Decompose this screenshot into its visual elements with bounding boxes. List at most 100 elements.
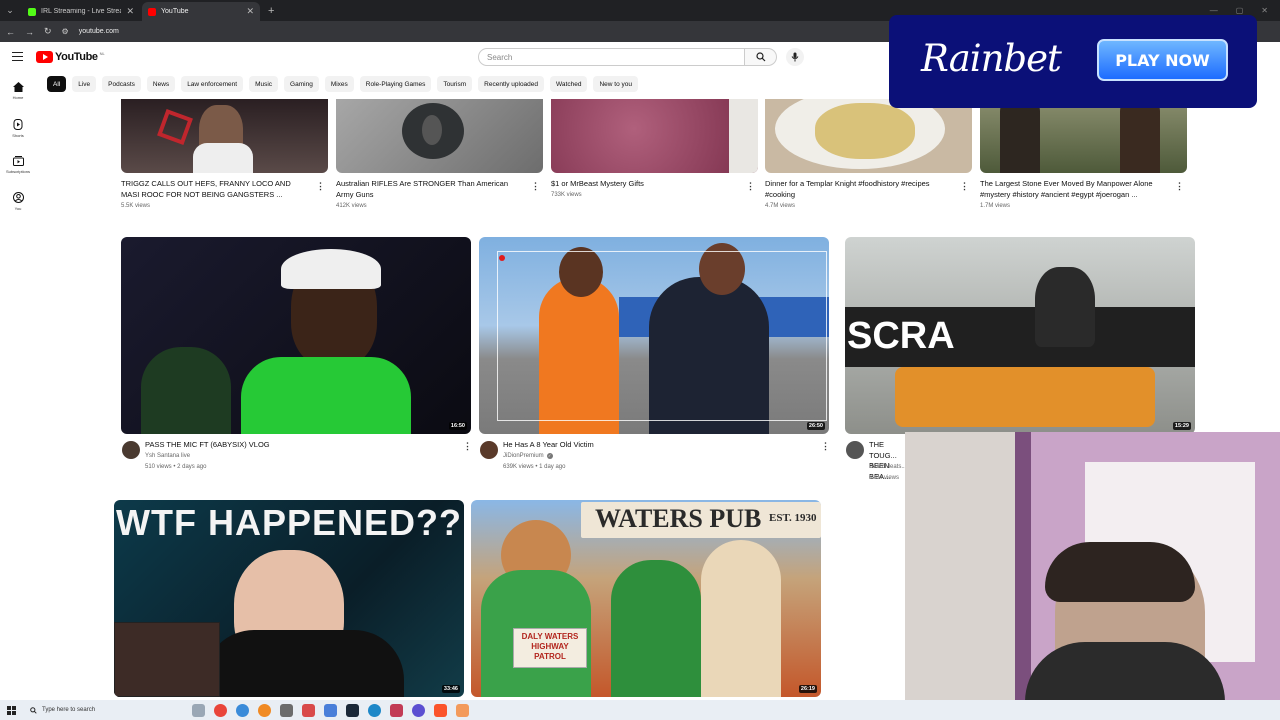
video-thumbnail[interactable] (980, 99, 1187, 173)
channel-avatar[interactable] (480, 441, 498, 459)
chip-mixes[interactable]: Mixes (324, 76, 354, 92)
video-title[interactable]: Australian RIFLES Are STRONGER Than Amer… (336, 179, 526, 200)
reload-icon[interactable]: ↻ (44, 26, 52, 37)
firefox-icon[interactable] (258, 703, 271, 717)
search-input[interactable]: Search (478, 48, 745, 66)
video-card[interactable]: Australian RIFLES Are STRONGER Than Amer… (336, 99, 543, 214)
close-tab-icon[interactable]: ✕ (126, 6, 134, 17)
channel-avatar[interactable] (846, 441, 864, 459)
video-card[interactable]: The Largest Stone Ever Moved By Manpower… (980, 99, 1187, 214)
app-icon[interactable] (280, 703, 293, 717)
windows-icon (6, 705, 16, 715)
rainbet-ad-banner[interactable]: Rainbet PLAY NOW (889, 15, 1257, 108)
video-card[interactable]: WATERS PUB EST. 1930 DALY WATERS HIGHWAY… (471, 500, 821, 697)
channel-name[interactable]: JiDionPremium ✓ (503, 451, 553, 462)
video-thumbnail[interactable]: 26:50 (479, 237, 829, 434)
video-card[interactable]: TRIGGZ CALLS OUT HEFS, FRANNY LOCO AND M… (121, 99, 328, 214)
url-text[interactable]: youtube.com (79, 28, 119, 35)
more-options-icon[interactable]: ⋮ (531, 181, 540, 192)
tab-menu-icon[interactable]: ⌄ (0, 0, 20, 21)
more-options-icon[interactable]: ⋮ (316, 181, 325, 192)
chip-podcasts[interactable]: Podcasts (102, 76, 141, 92)
sidebar-item-shorts[interactable]: Shorts (0, 119, 36, 138)
video-card[interactable]: WTF HAPPENED?? 33:46 (114, 500, 464, 697)
tab-kick[interactable]: IRL Streaming - Live Streams on ✕ (22, 2, 140, 21)
obs-icon[interactable] (412, 703, 425, 717)
chip-law-enforcement[interactable]: Law enforcement (181, 76, 244, 92)
app-icon[interactable] (324, 703, 337, 717)
more-options-icon[interactable]: ⋮ (746, 181, 755, 192)
chip-new-to-you[interactable]: New to you (593, 76, 638, 92)
video-card[interactable]: 16:50 PASS THE MIC FT (6ABYSIX) VLOG Ysh… (121, 237, 472, 477)
video-views: 1.7M views (980, 203, 1011, 209)
app-icon[interactable] (390, 703, 403, 717)
steam-icon[interactable] (346, 703, 359, 717)
chip-tourism[interactable]: Tourism (437, 76, 473, 92)
minimize-icon[interactable]: — (1210, 6, 1218, 15)
task-view-icon[interactable] (192, 703, 205, 717)
chip-music[interactable]: Music (249, 76, 279, 92)
channel-avatar[interactable] (122, 441, 140, 459)
video-card[interactable]: $1 or MrBeast Mystery Gifts 733K views ⋮ (551, 99, 758, 214)
chip-recently-uploaded[interactable]: Recently uploaded (478, 76, 545, 92)
voice-search-button[interactable] (786, 48, 804, 66)
video-thumbnail[interactable] (765, 99, 972, 173)
sidebar-item-you[interactable]: You (0, 192, 36, 211)
video-title[interactable]: $1 or MrBeast Mystery Gifts (551, 179, 741, 190)
sidebar-item-home[interactable]: Home (0, 82, 36, 100)
maximize-icon[interactable]: ▢ (1236, 6, 1244, 15)
start-button[interactable] (0, 700, 22, 720)
video-thumbnail[interactable] (336, 99, 543, 173)
kick-favicon-icon (28, 7, 36, 16)
video-card[interactable]: Dinner for a Templar Knight #foodhistory… (765, 99, 972, 214)
app-icon[interactable] (302, 703, 315, 717)
more-options-icon[interactable]: ⋮ (960, 181, 969, 192)
video-title[interactable]: PASS THE MIC FT (6ABYSIX) VLOG (145, 440, 445, 451)
close-tab-icon[interactable]: ✕ (246, 6, 254, 17)
play-now-button[interactable]: PLAY NOW (1097, 39, 1228, 81)
chrome-icon[interactable] (214, 703, 227, 717)
video-duration: 33:46 (441, 685, 460, 693)
video-thumbnail[interactable]: SCRA 15:29 (845, 237, 1195, 434)
sidebar-item-subscriptions[interactable]: Subscriptions (0, 156, 36, 174)
chip-gaming[interactable]: Gaming (284, 76, 319, 92)
taskbar-search[interactable]: Type here to search (22, 700, 172, 720)
new-tab-icon[interactable]: + (268, 5, 274, 17)
video-thumbnail[interactable] (551, 99, 758, 173)
video-duration: 16:50 (448, 422, 467, 430)
chip-all[interactable]: All (47, 76, 67, 92)
search-button[interactable] (745, 48, 777, 66)
chip-news[interactable]: News (146, 76, 176, 92)
browser-icon[interactable] (236, 703, 249, 717)
video-thumbnail[interactable] (121, 99, 328, 173)
chip-watched[interactable]: Watched (550, 76, 588, 92)
more-options-icon[interactable]: ⋮ (463, 441, 472, 452)
app-icon[interactable] (456, 703, 469, 717)
chip-role-playing-games[interactable]: Role-Playing Games (359, 76, 432, 92)
chip-live[interactable]: Live (72, 76, 97, 92)
video-thumbnail[interactable]: WATERS PUB EST. 1930 DALY WATERS HIGHWAY… (471, 500, 821, 697)
edge-icon[interactable] (368, 703, 381, 717)
video-title[interactable]: He Has A 8 Year Old Victim (503, 440, 803, 451)
youtube-logo[interactable]: YouTube NL (36, 51, 105, 63)
brave-icon[interactable] (434, 703, 447, 717)
video-card[interactable]: 26:50 He Has A 8 Year Old Victim JiDionP… (479, 237, 830, 477)
channel-name[interactable]: Ysh Santana live (145, 451, 190, 462)
close-window-icon[interactable]: ✕ (1261, 6, 1268, 15)
menu-icon[interactable] (12, 52, 23, 63)
channel-name[interactable]: BeardMeats... (869, 462, 906, 473)
search-icon (755, 52, 765, 62)
tab-youtube[interactable]: YouTube ✕ (142, 2, 260, 21)
video-thumbnail[interactable]: WTF HAPPENED?? 33:46 (114, 500, 464, 697)
video-title[interactable]: Dinner for a Templar Knight #foodhistory… (765, 179, 955, 200)
more-options-icon[interactable]: ⋮ (1175, 181, 1184, 192)
youtube-play-icon (36, 51, 53, 63)
more-options-icon[interactable]: ⋮ (821, 441, 830, 452)
site-info-icon[interactable]: ⚙ (62, 27, 69, 36)
thumbnail-text: EST. 1930 (769, 512, 817, 524)
forward-icon[interactable]: → (25, 27, 34, 37)
back-icon[interactable]: ← (6, 27, 15, 37)
video-thumbnail[interactable]: 16:50 (121, 237, 471, 434)
video-title[interactable]: The Largest Stone Ever Moved By Manpower… (980, 179, 1170, 200)
video-title[interactable]: TRIGGZ CALLS OUT HEFS, FRANNY LOCO AND M… (121, 179, 311, 200)
